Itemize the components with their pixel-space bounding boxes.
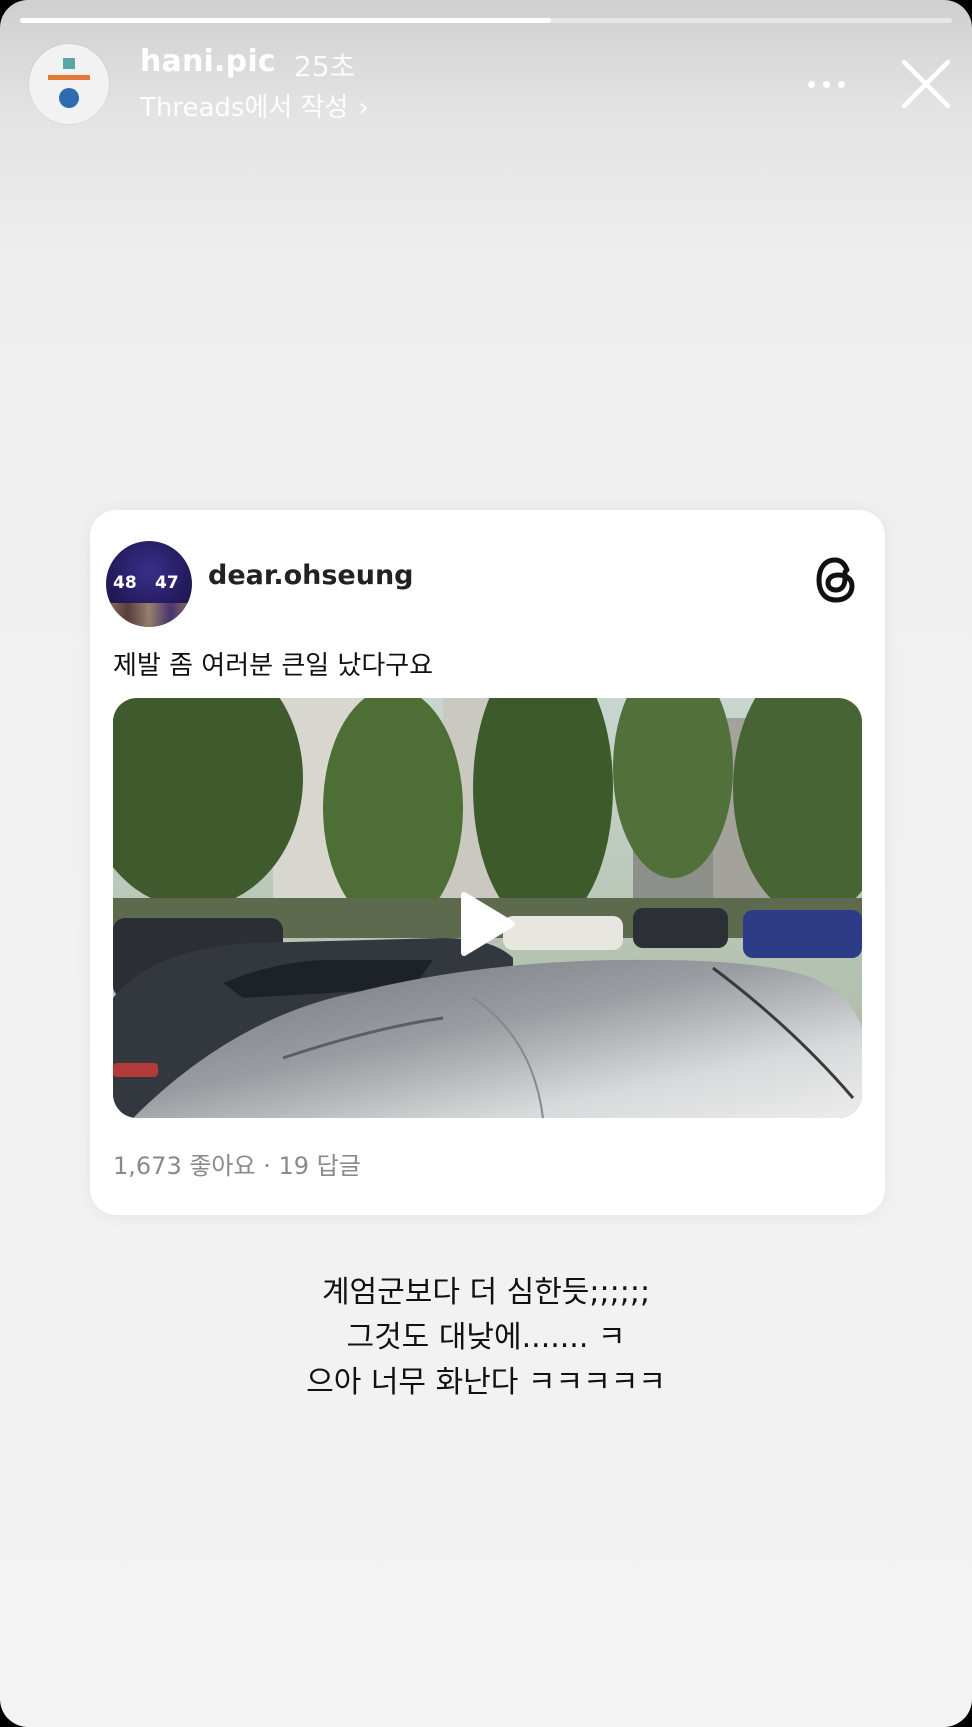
threads-logo-icon bbox=[816, 557, 855, 603]
post-author-username[interactable]: dear.ohseung bbox=[208, 560, 414, 591]
story-progress-fill bbox=[20, 18, 552, 23]
threads-source-label: Threads에서 작성 bbox=[140, 93, 349, 123]
story-timestamp: 25초 bbox=[294, 50, 356, 83]
threads-post-card[interactable]: 48 47 dear.ohseung 제발 좀 여러분 큰일 났다구요 1,67… bbox=[90, 510, 885, 1215]
more-icon bbox=[804, 73, 849, 92]
more-options-button[interactable] bbox=[800, 62, 852, 102]
story-viewer: hani.pic 25초 Threads에서 작성 › 48 47 dear.oh… bbox=[0, 0, 972, 1727]
post-author-avatar[interactable]: 48 47 bbox=[106, 541, 192, 627]
post-text: 제발 좀 여러분 큰일 났다구요 bbox=[113, 651, 434, 681]
post-stats: 1,673 좋아요 · 19 답글 bbox=[113, 1152, 361, 1180]
avatar-number-right: 47 bbox=[155, 573, 179, 593]
threads-source-link[interactable]: Threads에서 작성 › bbox=[140, 87, 369, 124]
close-button[interactable] bbox=[898, 56, 954, 112]
chevron-right-icon: › bbox=[358, 93, 369, 123]
story-caption: 계엄군보다 더 심한듯;;;;;; 그것도 대낮에....... ㅋ 으아 너무… bbox=[0, 1270, 972, 1405]
profile-avatar[interactable] bbox=[29, 44, 109, 124]
story-progress-bar bbox=[20, 18, 952, 23]
story-username[interactable]: hani.pic bbox=[140, 44, 276, 79]
caption-line-3: 으아 너무 화난다 ㅋㅋㅋㅋㅋ bbox=[306, 1365, 666, 1400]
post-video[interactable] bbox=[113, 698, 862, 1118]
caption-line-1: 계엄군보다 더 심한듯;;;;;; bbox=[321, 1275, 651, 1310]
play-icon[interactable] bbox=[456, 891, 516, 957]
caption-line-2: 그것도 대낮에....... ㅋ bbox=[346, 1320, 626, 1355]
close-icon bbox=[901, 59, 951, 109]
avatar-number-left: 48 bbox=[113, 573, 137, 593]
